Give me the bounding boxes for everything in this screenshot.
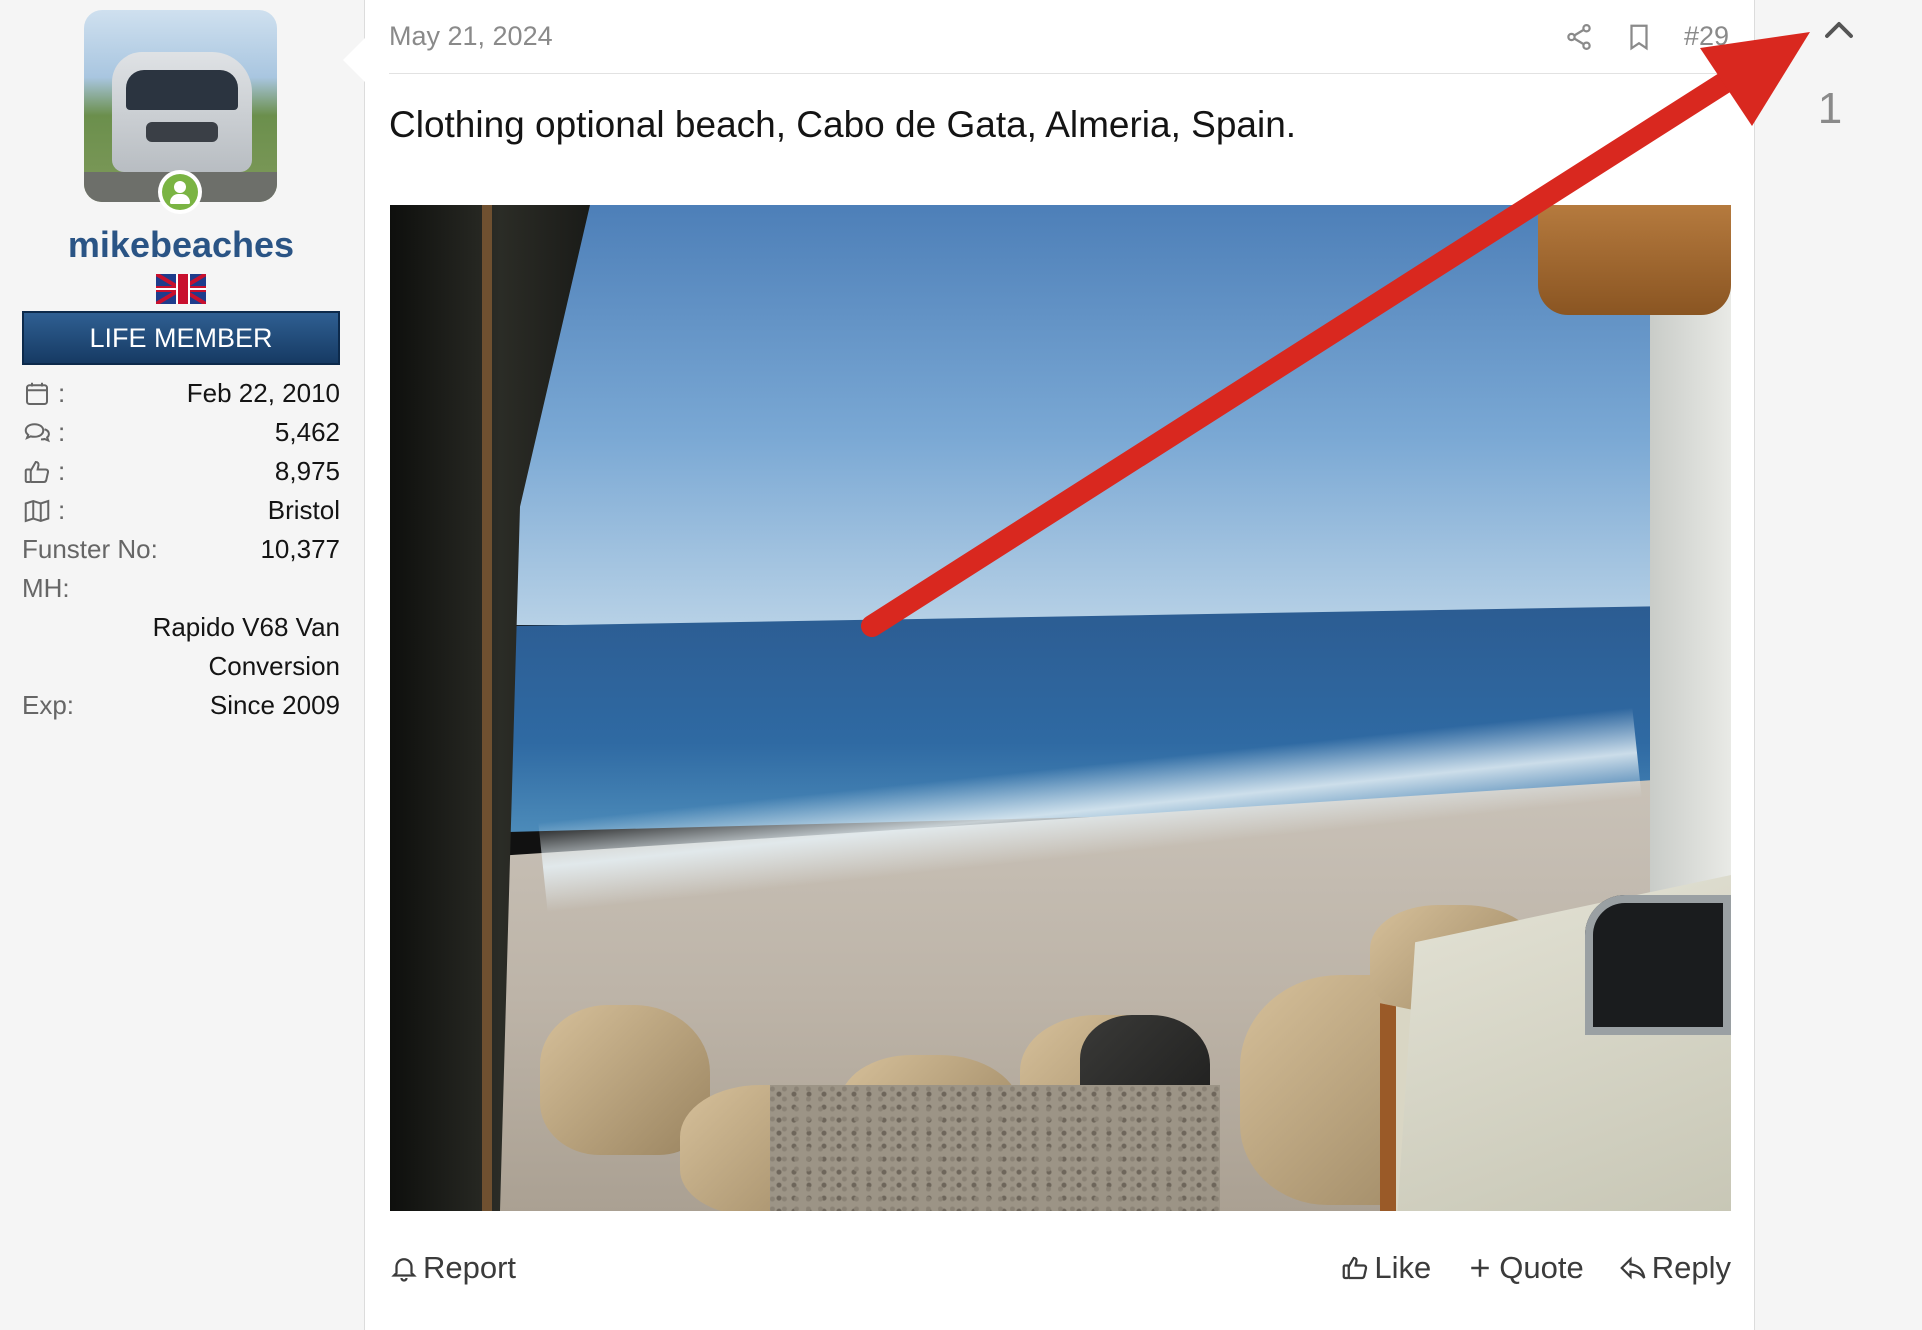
funster-value: 10,377: [260, 534, 340, 564]
thumbs-up-icon: [1343, 1256, 1368, 1280]
vote-count: 1: [1817, 84, 1843, 133]
username-link[interactable]: mikebeaches: [0, 224, 362, 266]
funster-label: Funster No:: [22, 534, 158, 564]
quote-label: Quote: [1499, 1250, 1584, 1285]
thumbs-up-icon: [24, 460, 50, 483]
stat-key: :: [58, 378, 66, 408]
stat-funster-no: Funster No: 10,377: [22, 530, 340, 569]
exp-value: Since 2009: [209, 690, 340, 720]
calendar-icon: [26, 382, 48, 405]
stat-value: Bristol: [267, 495, 340, 525]
messages-icon: [24, 422, 50, 442]
mh-value-line2: Conversion: [208, 651, 340, 681]
post-footer: Report Like Quote Reply: [389, 1250, 1731, 1286]
stat-reactions: : 8,975: [22, 452, 340, 491]
stat-value: Feb 22, 2010: [186, 378, 340, 408]
reply-button[interactable]: Reply: [1618, 1250, 1731, 1286]
mh-label: MH:: [22, 573, 70, 603]
map-icon: [24, 499, 50, 522]
stat-messages: : 5,462: [22, 413, 340, 452]
user-stats: : Feb 22, 2010 : 5,462 : 8,975 : Bristol: [22, 374, 340, 725]
exp-label: Exp:: [22, 690, 75, 720]
online-status-icon: [158, 170, 202, 214]
reply-label: Reply: [1651, 1250, 1731, 1285]
post-date[interactable]: May 21, 2024: [389, 21, 553, 52]
like-button[interactable]: Like: [1340, 1250, 1431, 1286]
bookmark-icon[interactable]: [1624, 22, 1654, 52]
post-header: May 21, 2024 #29: [389, 0, 1729, 74]
beach-photo[interactable]: [390, 205, 1731, 1211]
post-pointer: [343, 38, 365, 82]
stat-location: : Bristol: [22, 491, 340, 530]
post-message: Clothing optional beach, Cabo de Gata, A…: [389, 104, 1297, 145]
stat-experience: Exp: Since 2009: [22, 686, 340, 725]
vote-column: 1: [1755, 0, 1922, 1330]
stat-joined: : Feb 22, 2010: [22, 374, 340, 413]
report-button[interactable]: Report: [389, 1250, 516, 1286]
member-badge: LIFE MEMBER: [22, 311, 340, 365]
share-icon[interactable]: [1564, 22, 1594, 52]
quote-button[interactable]: Quote: [1465, 1250, 1584, 1286]
post-number-link[interactable]: #29: [1684, 21, 1729, 52]
stat-value: 5,462: [274, 417, 340, 447]
stat-key: :: [58, 417, 66, 447]
plus-icon: [1471, 1259, 1490, 1277]
user-sidebar: mikebeaches LIFE MEMBER : Feb 22, 2010 :…: [0, 0, 365, 1330]
mh-value-line1: Rapido V68 Van: [152, 612, 340, 642]
stat-value: 8,975: [274, 456, 340, 486]
like-label: Like: [1374, 1250, 1432, 1285]
post: May 21, 2024 #29 Clothing optional beach…: [365, 0, 1755, 1330]
uk-flag-icon: [156, 274, 206, 304]
chevron-up-icon[interactable]: [1821, 12, 1857, 48]
reply-icon: [1619, 1256, 1646, 1280]
stat-key: :: [58, 495, 66, 525]
report-label: Report: [423, 1250, 517, 1285]
stat-key: :: [58, 456, 66, 486]
bell-icon: [391, 1258, 417, 1282]
